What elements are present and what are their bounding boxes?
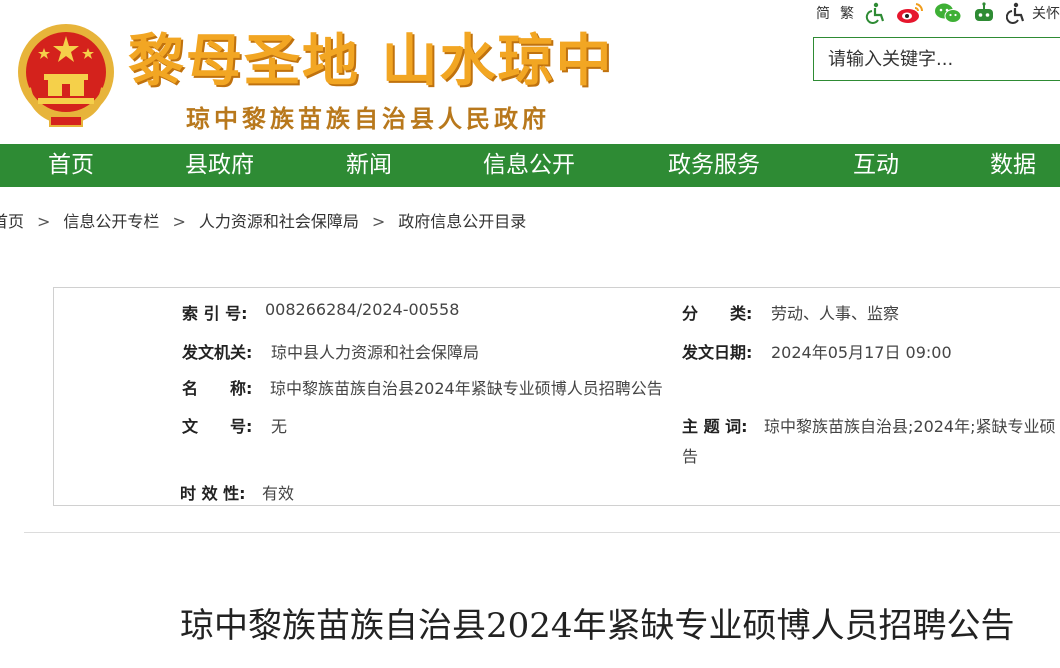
content-divider <box>24 532 1060 533</box>
breadcrumb: 首页 > 信息公开专栏 > 人力资源和社会保障局 > 政府信息公开目录 <box>0 208 526 232</box>
article-title: 琼中黎族苗族自治县2024年紧缺专业硕博人员招聘公告 <box>180 606 1015 646</box>
issuing-agency-label: 发文机关: <box>182 343 253 362</box>
wechat-icon[interactable] <box>934 2 962 24</box>
breadcrumb-catalog-link[interactable]: 政府信息公开目录 <box>398 212 526 231</box>
index-number-label: 索 引 号: <box>182 304 248 323</box>
issue-date-label: 发文日期: <box>682 343 753 362</box>
issuing-agency-value: 琼中县人力资源和社会保障局 <box>271 343 480 362</box>
nav-item-county-government[interactable]: 县政府 <box>185 144 254 187</box>
validity-value: 有效 <box>262 484 295 503</box>
nav-item-government-services[interactable]: 政务服务 <box>668 144 760 187</box>
nav-item-interaction[interactable]: 互动 <box>853 144 899 187</box>
document-metadata-box: 索 引 号: 008266284/2024-00558 分 类: 劳动、人事、监… <box>53 287 1060 506</box>
subject-keywords-label: 主 题 词: <box>682 417 748 436</box>
category-value: 劳动、人事、监察 <box>771 304 900 323</box>
nav-item-news[interactable]: 新闻 <box>346 144 392 187</box>
nav-item-data[interactable]: 数据 <box>990 144 1036 187</box>
nav-item-home[interactable]: 首页 <box>48 144 94 187</box>
index-number-value: 008266284/2024-00558 <box>265 300 460 319</box>
breadcrumb-separator: > <box>371 212 386 231</box>
search-input[interactable] <box>814 38 1060 80</box>
search-box <box>813 37 1060 81</box>
weibo-icon[interactable] <box>896 2 924 24</box>
document-name-label: 名 称: <box>182 379 253 398</box>
breadcrumb-separator: > <box>37 212 51 231</box>
traditional-chinese-link[interactable]: 繁 <box>840 3 854 23</box>
issue-date-value: 2024年05月17日 09:00 <box>771 343 952 362</box>
government-name: 琼中黎族苗族自治县人民政府 <box>186 105 550 133</box>
breadcrumb-home-link[interactable]: 首页 <box>0 212 24 231</box>
category-label: 分 类: <box>682 304 753 323</box>
care-mode-icon[interactable] <box>1006 2 1030 24</box>
document-number-label: 文 号: <box>182 417 253 436</box>
document-name-value: 琼中黎族苗族自治县2024年紧缺专业硕博人员招聘公告 <box>270 379 663 398</box>
subject-keywords-value: 琼中黎族苗族自治县;2024年;紧缺专业硕 <box>764 417 1056 436</box>
document-number-value: 无 <box>271 417 288 436</box>
robot-assistant-icon[interactable] <box>972 2 996 24</box>
care-mode-link[interactable]: 关怀 <box>1032 3 1060 23</box>
breadcrumb-hr-bureau-link[interactable]: 人力资源和社会保障局 <box>199 212 359 231</box>
top-toolbar: 简 繁 关怀 <box>816 0 1060 26</box>
validity-label: 时 效 性: <box>180 484 246 503</box>
breadcrumb-info-column-link[interactable]: 信息公开专栏 <box>63 212 159 231</box>
main-navigation: 首页 县政府 新闻 信息公开 政务服务 互动 数据 <box>0 144 1060 187</box>
simplified-chinese-link[interactable]: 简 <box>816 3 830 23</box>
subject-keywords-value-continued: 告 <box>682 447 699 466</box>
accessibility-icon[interactable] <box>864 2 886 24</box>
nav-item-information-disclosure[interactable]: 信息公开 <box>483 144 575 187</box>
site-slogan: 黎母圣地 山水琼中 <box>128 28 614 94</box>
breadcrumb-separator: > <box>172 212 186 231</box>
national-emblem-icon <box>18 24 114 127</box>
